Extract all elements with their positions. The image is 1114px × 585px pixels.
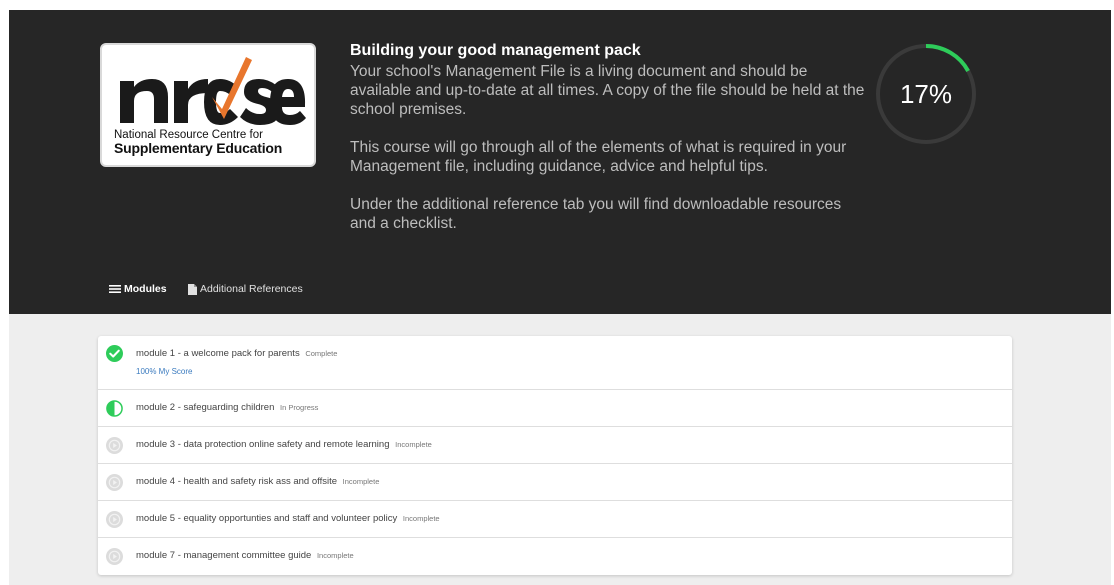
tab-references-label: Additional References — [200, 283, 303, 295]
module-title: module 1 - a welcome pack for parents — [136, 348, 300, 359]
play-circle-icon — [106, 511, 123, 528]
module-status: Incomplete — [316, 551, 354, 560]
logo-line-2: Supplementary Education — [114, 140, 283, 156]
module-title: module 2 - safeguarding children — [136, 402, 275, 413]
module-title: module 7 - management committee guide — [136, 550, 312, 561]
play-circle-icon — [106, 474, 123, 491]
module-title: module 3 - data protection online safety… — [136, 439, 390, 450]
module-label: module 7 - management committee guide In… — [136, 550, 354, 561]
module-label: module 4 - health and safety risk ass an… — [136, 476, 379, 487]
play-circle-icon — [106, 437, 123, 454]
course-logo: National Resource Centre for Supplementa… — [100, 43, 316, 167]
course-title: Building your good management pack — [350, 42, 641, 59]
module-row[interactable]: module 7 - management committee guide In… — [98, 538, 1012, 575]
module-score: 100% My Score — [136, 367, 193, 376]
module-status: In Progress — [280, 403, 319, 412]
course-header: National Resource Centre for Supplementa… — [9, 10, 1111, 314]
module-row[interactable]: module 2 - safeguarding children In Prog… — [98, 390, 1012, 427]
module-status: Incomplete — [402, 514, 440, 523]
module-label: module 2 - safeguarding children In Prog… — [136, 402, 318, 413]
progress-percent: 17% — [899, 78, 953, 109]
module-row[interactable]: module 1 - a welcome pack for parents Co… — [98, 336, 1012, 390]
module-row[interactable]: module 4 - health and safety risk ass an… — [98, 464, 1012, 501]
module-title: module 4 - health and safety risk ass an… — [136, 476, 338, 487]
progress-ring: 17% — [874, 42, 978, 146]
logo-subtitle: National Resource Centre for Supplementa… — [114, 129, 310, 155]
tab-additional-references[interactable]: Additional References — [188, 283, 303, 295]
module-status: Incomplete — [395, 440, 432, 449]
description-paragraph: This course will go through all of the e… — [350, 139, 847, 175]
list-icon — [109, 285, 121, 293]
module-status: Complete — [305, 349, 338, 358]
module-status: Incomplete — [342, 477, 380, 486]
tab-modules-label: Modules — [124, 283, 167, 295]
module-label: module 3 - data protection online safety… — [136, 439, 432, 450]
module-list: module 1 - a welcome pack for parents Co… — [98, 336, 1012, 575]
page-background: National Resource Centre for Supplementa… — [9, 10, 1111, 585]
description-paragraph: Under the additional reference tab you w… — [350, 196, 842, 232]
half-circle-icon — [106, 400, 123, 417]
course-description: Your school's Management File is a livin… — [350, 62, 870, 252]
nrcse-logo-wordmark — [120, 57, 306, 125]
module-label: module 1 - a welcome pack for parents Co… — [136, 348, 337, 359]
description-paragraph: Your school's Management File is a livin… — [350, 63, 865, 118]
module-row[interactable]: module 5 - equality opportunties and sta… — [98, 501, 1012, 538]
tab-modules[interactable]: Modules — [109, 283, 167, 295]
document-icon — [188, 283, 197, 295]
module-title: module 5 - equality opportunties and sta… — [136, 513, 398, 524]
play-circle-icon — [106, 548, 123, 565]
module-label: module 5 - equality opportunties and sta… — [136, 513, 440, 524]
module-row[interactable]: module 3 - data protection online safety… — [98, 427, 1012, 464]
check-circle-icon — [106, 345, 123, 362]
